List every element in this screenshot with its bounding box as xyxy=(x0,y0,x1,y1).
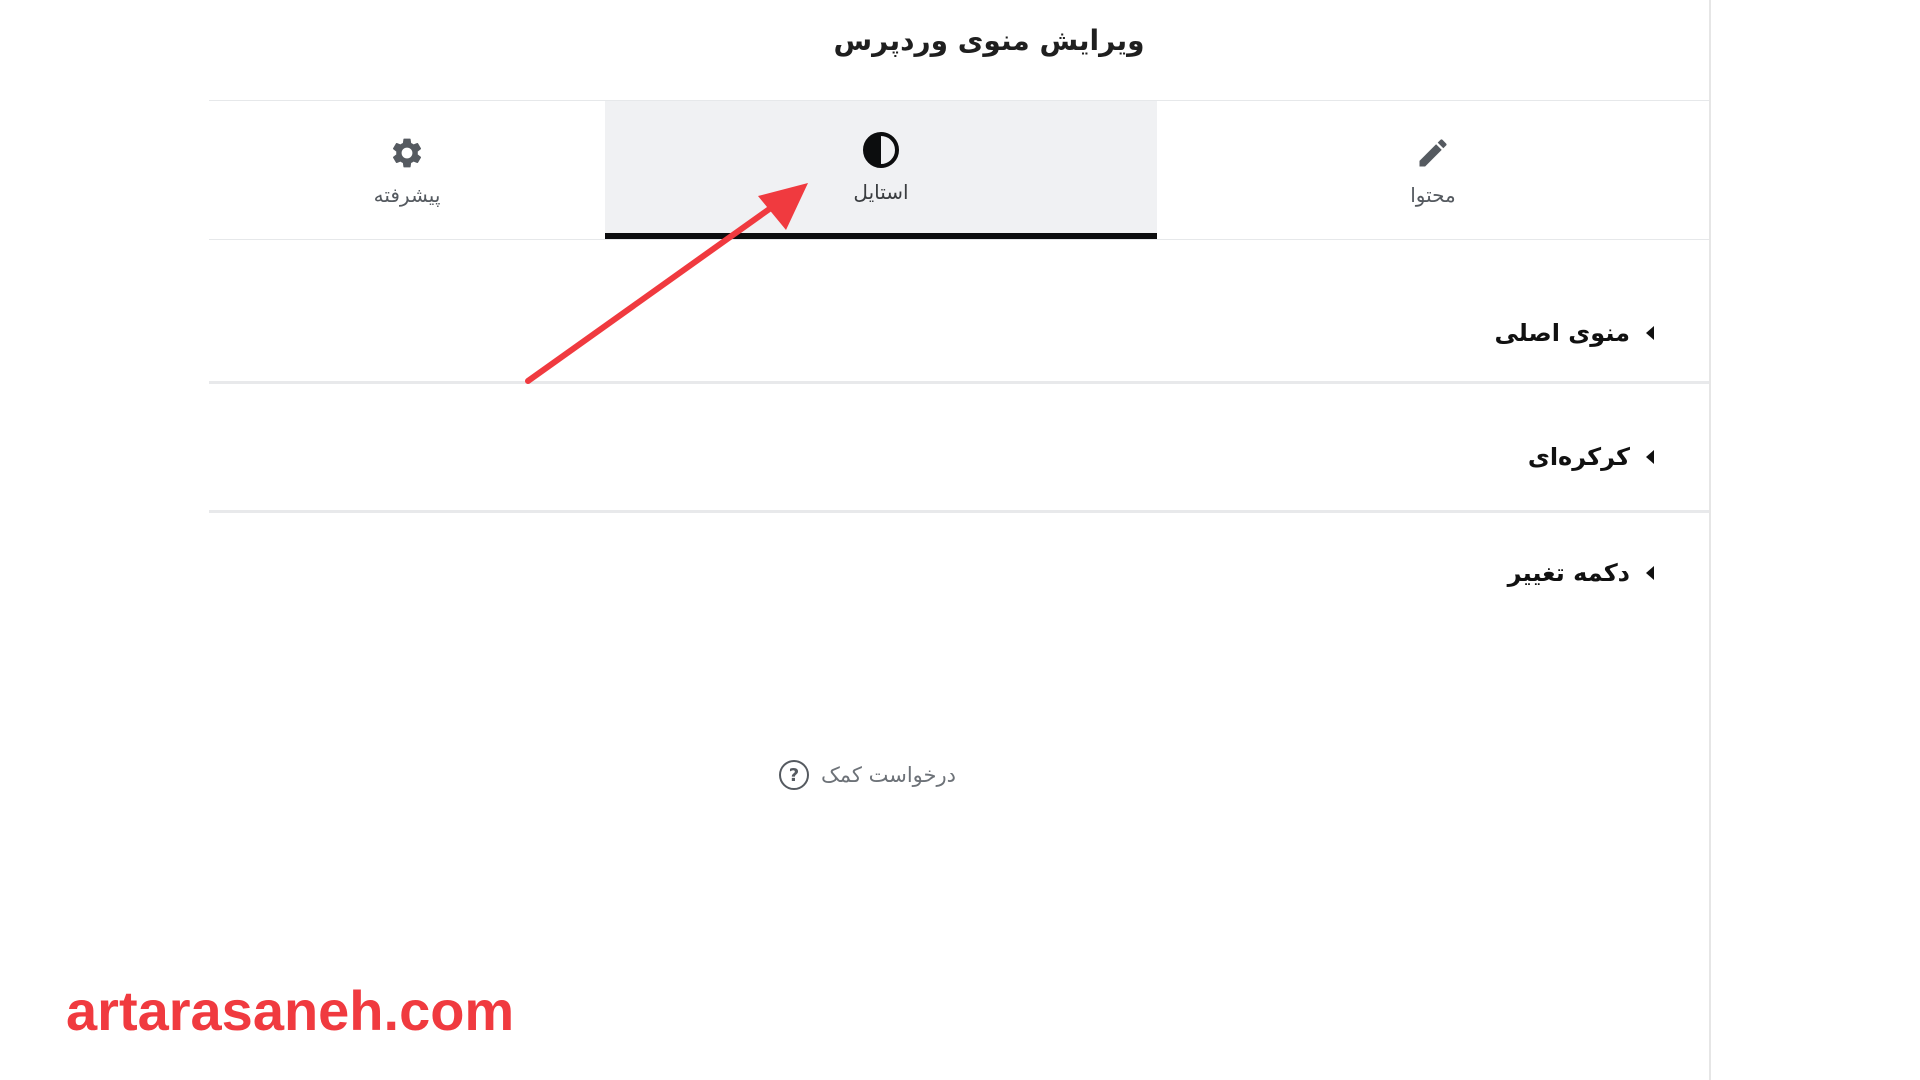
tab-content-label: محتوا xyxy=(1410,183,1456,207)
section-toggle-button-label: دکمه تغییر xyxy=(1507,559,1630,587)
tab-advanced[interactable]: پیشرفته xyxy=(209,101,605,239)
pencil-icon xyxy=(1413,133,1453,173)
section-dropdown[interactable]: کرکره‌ای xyxy=(209,403,1709,513)
caret-left-icon xyxy=(1646,566,1654,580)
panel-header: ویرایش منوی وردپرس xyxy=(209,0,1709,101)
section-main-menu[interactable]: منوی اصلی xyxy=(209,284,1709,384)
panel-title: ویرایش منوی وردپرس xyxy=(833,23,1145,57)
tab-advanced-label: پیشرفته xyxy=(373,183,441,207)
section-toggle-button[interactable]: دکمه تغییر xyxy=(209,523,1709,623)
caret-left-icon xyxy=(1646,325,1654,340)
editor-tabs: محتوا استایل پیشرفته xyxy=(209,101,1709,240)
section-dropdown-label: کرکره‌ای xyxy=(1527,442,1630,471)
page: ویرایش منوی وردپرس محتوا استایل پیشرفته … xyxy=(0,0,1920,1080)
section-main-menu-label: منوی اصلی xyxy=(1494,318,1630,347)
help-request-label: درخواست کمک xyxy=(821,763,956,787)
tab-style-label: استایل xyxy=(853,180,909,204)
question-circle-icon: ? xyxy=(779,760,809,790)
contrast-icon xyxy=(861,130,901,170)
tab-style[interactable]: استایل xyxy=(605,101,1157,239)
tab-content[interactable]: محتوا xyxy=(1157,101,1709,239)
help-request-link[interactable]: ? درخواست کمک xyxy=(779,760,956,790)
gear-icon xyxy=(387,133,427,173)
panel-border xyxy=(1709,0,1711,1080)
editor-panel: ویرایش منوی وردپرس محتوا استایل پیشرفته … xyxy=(209,0,1709,1080)
caret-left-icon xyxy=(1646,449,1654,464)
watermark-logo-text: artarasaneh.com xyxy=(66,979,515,1042)
